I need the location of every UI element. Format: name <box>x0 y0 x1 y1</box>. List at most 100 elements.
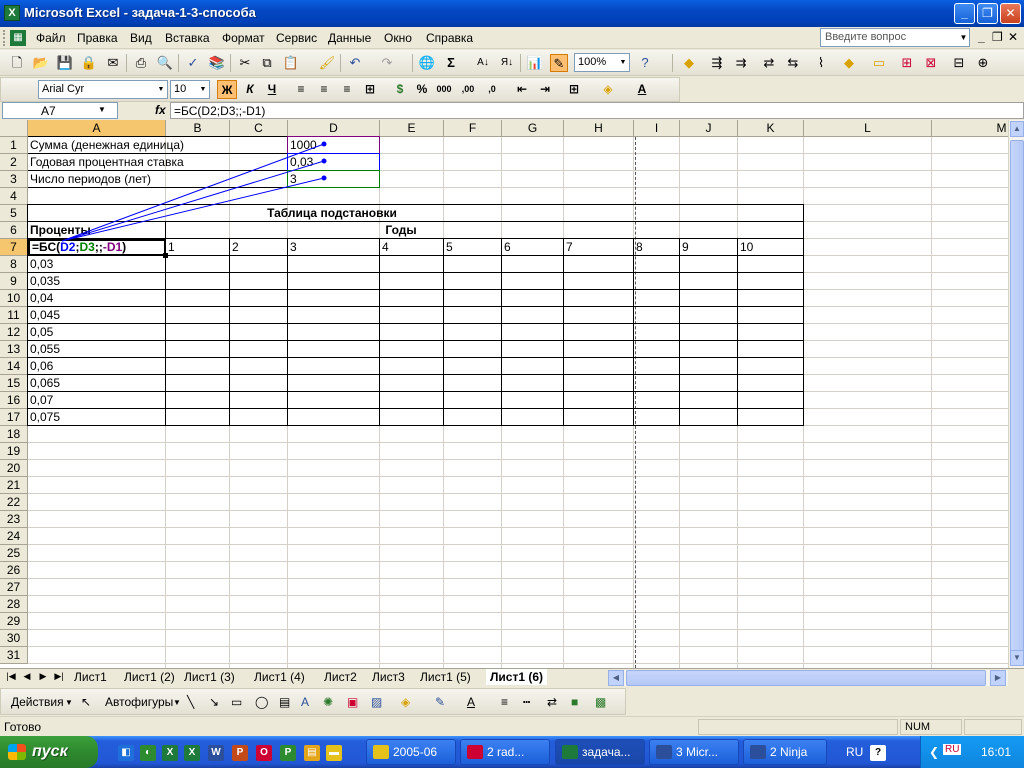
doc-restore-button[interactable]: ❐ <box>992 30 1003 44</box>
menu-edit[interactable]: Правка <box>77 31 118 45</box>
evaluate-formula-icon[interactable]: ⊕ <box>974 54 992 72</box>
rate-cell[interactable]: 0,065 <box>28 375 60 392</box>
percent-icon[interactable]: % <box>412 80 432 99</box>
sort-descending-icon[interactable]: Я↓ <box>498 54 516 72</box>
help-question-input[interactable]: Введите вопрос <box>820 28 970 47</box>
help-tray-icon[interactable]: ? <box>870 745 886 761</box>
row-header[interactable]: 17 <box>0 409 28 426</box>
remove-all-arrows-icon[interactable]: ⌇ <box>812 54 830 72</box>
row-header[interactable]: 6 <box>0 222 28 239</box>
menu-view[interactable]: Вид <box>130 31 152 45</box>
rate-cell[interactable]: 0,03 <box>28 256 53 273</box>
remove-dependents-icon[interactable]: ⇆ <box>784 54 802 72</box>
sheet-tab[interactable]: Лист3 <box>368 669 409 685</box>
word-icon[interactable]: W <box>208 745 224 761</box>
folder-icon[interactable]: ▬ <box>326 745 342 761</box>
wordart-icon[interactable]: A <box>301 695 309 709</box>
year-cell[interactable]: 8 <box>634 239 643 256</box>
column-header[interactable]: I <box>634 120 680 137</box>
row-header[interactable]: 11 <box>0 307 28 324</box>
picture-icon[interactable]: ▨ <box>371 695 382 709</box>
excel-app-icon[interactable]: X <box>4 5 20 21</box>
year-cell[interactable]: 4 <box>380 239 389 256</box>
namebox-dropdown-icon[interactable]: ▼ <box>98 105 106 114</box>
row-header[interactable]: 26 <box>0 562 28 579</box>
currency-icon[interactable]: $ <box>390 80 410 99</box>
open-icon[interactable]: 📂 <box>32 54 50 72</box>
row-header[interactable]: 21 <box>0 477 28 494</box>
keyboard-layout-icon[interactable]: RU <box>943 744 962 755</box>
sheet-tab[interactable]: Лист1 (6) <box>486 669 548 685</box>
column-header[interactable]: G <box>502 120 564 137</box>
table-title[interactable]: Таблица подстановки <box>28 205 634 222</box>
vertical-scrollbar[interactable]: ▲ ▼ <box>1008 120 1024 668</box>
row-header[interactable]: 15 <box>0 375 28 392</box>
cell-a1[interactable]: Сумма (денежная единица) <box>28 137 184 154</box>
select-all-button[interactable] <box>0 120 28 137</box>
line-color-icon[interactable]: ✎ <box>435 695 445 709</box>
doc-close-button[interactable]: ✕ <box>1008 30 1018 44</box>
excel-quicklaunch-icon[interactable]: X <box>162 745 178 761</box>
row-header[interactable]: 12 <box>0 324 28 341</box>
font-color-icon[interactable]: A <box>632 80 652 99</box>
task-excel-zadacha[interactable]: задача... <box>555 739 645 765</box>
column-header[interactable]: D <box>288 120 380 137</box>
column-header[interactable]: C <box>230 120 288 137</box>
row-header[interactable]: 24 <box>0 528 28 545</box>
save-icon[interactable]: 💾 <box>56 54 74 72</box>
year-cell[interactable]: 2 <box>230 239 239 256</box>
row-header[interactable]: 9 <box>0 273 28 290</box>
merge-center-icon[interactable]: ⊞ <box>360 80 380 99</box>
year-cell[interactable]: 7 <box>564 239 573 256</box>
chevron-down-icon[interactable]: ▼ <box>173 698 181 707</box>
horizontal-scrollbar[interactable]: ◀ ▶ <box>608 670 1008 686</box>
sheet-tab[interactable]: Лист1 (2) <box>120 669 179 685</box>
year-cell[interactable]: 6 <box>502 239 511 256</box>
rate-cell[interactable]: 0,04 <box>28 290 53 307</box>
chevron-down-icon[interactable]: ▼ <box>156 82 166 97</box>
spelling-icon[interactable]: ✓ <box>184 54 202 72</box>
decrease-indent-icon[interactable]: ⇤ <box>512 80 532 99</box>
font-size-select[interactable]: 10 ▼ <box>170 80 210 99</box>
decrease-decimal-icon[interactable]: ,0 <box>482 80 502 99</box>
chevron-down-icon[interactable]: ▼ <box>198 82 208 97</box>
task-rad[interactable]: 2 rad... <box>460 739 550 765</box>
row-header[interactable]: 5 <box>0 205 28 222</box>
row-header[interactable]: 1 <box>0 137 28 154</box>
textbox-icon[interactable]: ▤ <box>279 695 290 709</box>
fill-handle[interactable] <box>163 253 168 258</box>
menu-tools[interactable]: Сервис <box>276 31 317 45</box>
browser-icon[interactable]: ◐ <box>140 745 156 761</box>
sheet-tab[interactable]: Лист1 <box>70 669 111 685</box>
insert-function-icon[interactable]: fx <box>155 103 166 117</box>
column-header[interactable]: A <box>28 120 166 137</box>
row-header[interactable]: 8 <box>0 256 28 273</box>
underline-button[interactable]: Ч <box>262 80 282 99</box>
year-cell[interactable]: 9 <box>680 239 689 256</box>
powerpoint-icon[interactable]: P <box>232 745 248 761</box>
row-header[interactable]: 10 <box>0 290 28 307</box>
toolbar-grip[interactable] <box>3 30 6 46</box>
start-button[interactable]: пуск <box>0 736 98 768</box>
format-painter-icon[interactable]: 🖌 <box>318 54 336 72</box>
zoom-select[interactable]: 100% ▼ <box>574 53 630 72</box>
line-style-icon[interactable]: ≡ <box>501 695 508 709</box>
row-header[interactable]: 31 <box>0 647 28 664</box>
trace-error-icon[interactable]: ⇄ <box>760 54 778 72</box>
print-preview-icon[interactable]: 🔍 <box>156 54 174 72</box>
rate-cell[interactable]: 0,075 <box>28 409 60 426</box>
prev-sheet-icon[interactable]: ◀ <box>20 671 34 682</box>
permission-icon[interactable]: 🔒 <box>80 54 98 72</box>
show-desktop-icon[interactable]: ◧ <box>118 745 134 761</box>
row-header[interactable]: 2 <box>0 154 28 171</box>
drawing-toggle-icon[interactable]: ✎ <box>550 54 568 72</box>
worksheet-grid[interactable]: A B C D E F G H I J K L M 1 2 3 4 5 6 7 8 9 10 11 12 13 14 15 16 17 18… <box>0 120 1008 668</box>
sort-ascending-icon[interactable]: A↓ <box>474 54 492 72</box>
cut-icon[interactable]: ✂ <box>236 54 254 72</box>
paste-icon[interactable]: 📋 <box>282 54 300 72</box>
font-select[interactable]: Arial Cyr ▼ <box>38 80 168 99</box>
trace-error-diamond-icon[interactable]: ◆ <box>840 54 858 72</box>
menu-insert[interactable]: Вставка <box>165 31 210 45</box>
arrow-icon[interactable]: ↘ <box>209 695 219 709</box>
publisher-icon[interactable]: P <box>280 745 296 761</box>
